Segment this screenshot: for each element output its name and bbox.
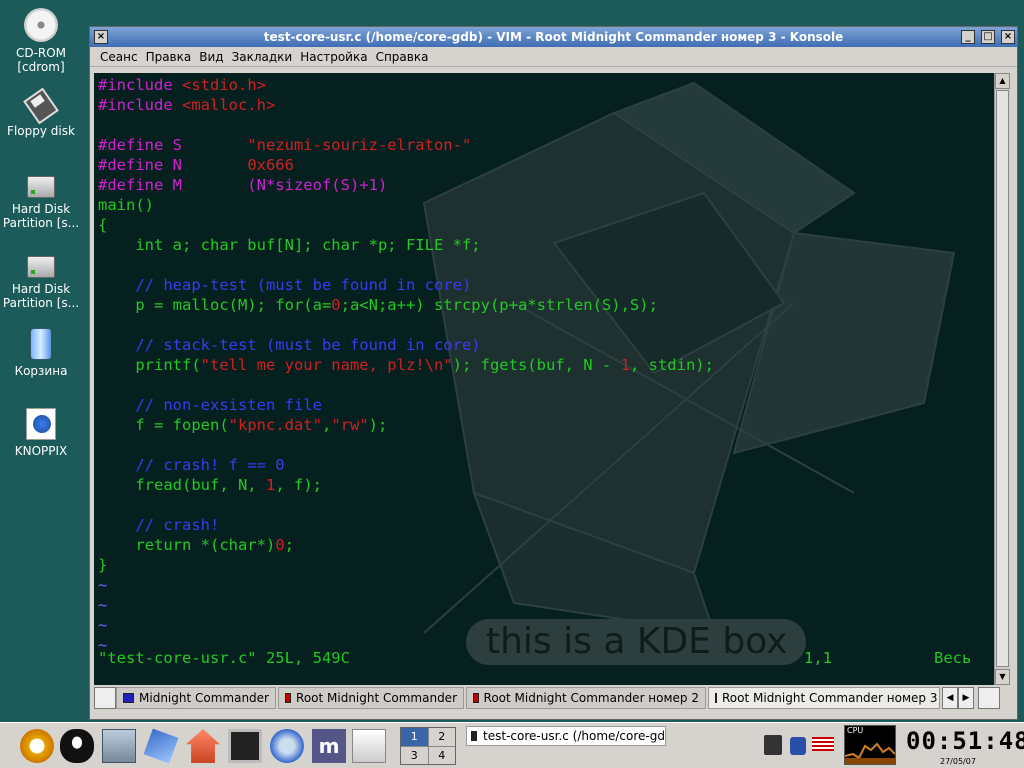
menu-view[interactable]: Вид xyxy=(195,50,227,64)
tab-label: Midnight Commander xyxy=(139,691,269,705)
maximize-button[interactable]: □ xyxy=(981,30,995,44)
session-tabbar: Midnight Commander Root Midnight Command… xyxy=(94,687,1012,711)
home-folder-icon[interactable] xyxy=(186,729,220,763)
openoffice-icon[interactable] xyxy=(352,729,386,763)
tab-root-midnight-commander-2[interactable]: Root Midnight Commander номер 2 xyxy=(466,687,706,709)
desktop-icon-knoppix[interactable]: KNOPPIX xyxy=(2,408,80,458)
terminal-session-icon xyxy=(123,693,135,703)
desktop-icon-label: Корзина xyxy=(14,364,68,378)
desktop-pager: 1 2 3 4 xyxy=(400,727,456,765)
desktop-icon-label: Hard Disk Partition [s... xyxy=(2,282,80,310)
desktop-icon-label: Hard Disk Partition [s... xyxy=(2,202,80,230)
vertical-scrollbar[interactable]: ▲ ▼ xyxy=(994,73,1010,685)
root-session-icon xyxy=(473,693,479,703)
show-desktop-icon[interactable] xyxy=(102,729,136,763)
status-scroll-position: Весь xyxy=(934,649,972,667)
tab-root-midnight-commander[interactable]: Root Midnight Commander xyxy=(278,687,464,709)
knoppix-icon xyxy=(26,408,56,440)
minimize-button[interactable]: _ xyxy=(961,30,975,44)
keyboard-layout-flag-icon[interactable] xyxy=(812,737,834,751)
menu-settings[interactable]: Настройка xyxy=(296,50,371,64)
klipper-icon[interactable] xyxy=(790,737,806,755)
desktop-icon-hdd-1[interactable]: Hard Disk Partition [s... xyxy=(2,168,80,230)
window-titlebar[interactable]: × test-core-usr.c (/home/core-gdb) - VIM… xyxy=(90,27,1017,47)
floppy-disk-icon xyxy=(23,87,59,125)
vim-status-line: "test-core-usr.c" 25L, 549C 1,1 Весь xyxy=(98,649,988,667)
konqueror-icon[interactable] xyxy=(270,729,304,763)
terminal-icon[interactable] xyxy=(228,729,262,763)
menu-bookmarks[interactable]: Закладки xyxy=(228,50,297,64)
cdrom-icon xyxy=(24,8,58,42)
volume-icon[interactable] xyxy=(764,735,782,755)
window-menu-button[interactable]: × xyxy=(94,30,108,44)
trash-icon xyxy=(30,328,52,360)
pager-desktop-1[interactable]: 1 xyxy=(401,728,428,746)
hard-disk-icon xyxy=(27,176,55,198)
desktop-icon-label: KNOPPIX xyxy=(14,444,68,458)
cpu-monitor: CPU xyxy=(844,725,896,765)
close-session-button[interactable] xyxy=(978,687,1000,709)
terminal-area[interactable]: this is a KDE box #include <stdio.h> #in… xyxy=(94,73,994,685)
scroll-up-arrow[interactable]: ▲ xyxy=(995,73,1010,89)
desktop-icon-floppy[interactable]: Floppy disk xyxy=(2,87,80,138)
mc-icon[interactable]: m xyxy=(312,729,346,763)
cpu-graph xyxy=(845,742,895,764)
tab-label: Root Midnight Commander номер 3 xyxy=(722,691,938,705)
scroll-thumb[interactable] xyxy=(996,90,1009,667)
vim-buffer: #include <stdio.h> #include <malloc.h> #… xyxy=(98,76,714,654)
tab-label: Root Midnight Commander номер 2 xyxy=(483,691,699,705)
window-title: test-core-usr.c (/home/core-gdb) - VIM -… xyxy=(263,30,844,44)
cpu-label: CPU xyxy=(847,726,864,735)
taskbar-window-button[interactable]: test-core-usr.c (/home/core-gd xyxy=(466,726,666,746)
desktop-icon-hdd-2[interactable]: Hard Disk Partition [s... xyxy=(2,248,80,310)
konsole-task-icon xyxy=(471,731,478,741)
tux-icon[interactable] xyxy=(60,729,94,763)
clock-time[interactable]: 00:51:48 xyxy=(906,727,1024,755)
hard-disk-icon xyxy=(27,256,55,278)
close-button[interactable]: × xyxy=(1001,30,1015,44)
clock-date: 27/05/07 xyxy=(940,757,976,766)
tab-scroll-left[interactable]: ◀ xyxy=(942,687,958,709)
kde-menu-icon[interactable] xyxy=(20,729,54,763)
new-session-button[interactable] xyxy=(94,687,116,709)
knoppix-launcher-icon[interactable] xyxy=(143,728,179,764)
tab-label: Root Midnight Commander xyxy=(296,691,457,705)
desktop-icon-label: Floppy disk xyxy=(7,124,75,138)
menubar: Сеанс Правка Вид Закладки Настройка Спра… xyxy=(90,47,1017,67)
root-session-icon xyxy=(715,693,717,703)
menu-edit[interactable]: Правка xyxy=(142,50,196,64)
desktop-icon-label: CD-ROM [cdrom] xyxy=(15,46,67,74)
status-cursor-position: 1,1 xyxy=(804,649,832,667)
pager-desktop-2[interactable]: 2 xyxy=(428,728,455,746)
scroll-down-arrow[interactable]: ▼ xyxy=(995,669,1010,685)
status-file-info: "test-core-usr.c" 25L, 549C xyxy=(98,649,350,667)
menu-session[interactable]: Сеанс xyxy=(96,50,142,64)
menu-help[interactable]: Справка xyxy=(372,50,433,64)
tab-midnight-commander[interactable]: Midnight Commander xyxy=(116,687,276,709)
desktop-icon-trash[interactable]: Корзина xyxy=(2,328,80,378)
kde-panel: m 1 2 3 4 test-core-usr.c (/home/core-gd… xyxy=(0,722,1024,768)
konsole-window: × test-core-usr.c (/home/core-gdb) - VIM… xyxy=(89,26,1018,720)
root-session-icon xyxy=(285,693,292,703)
desktop-icon-cdrom[interactable]: CD-ROM [cdrom] xyxy=(2,8,80,74)
pager-desktop-3[interactable]: 3 xyxy=(401,746,428,764)
tab-scroll-right[interactable]: ▶ xyxy=(958,687,974,709)
tab-root-midnight-commander-3[interactable]: Root Midnight Commander номер 3 xyxy=(708,687,940,709)
pager-desktop-4[interactable]: 4 xyxy=(428,746,455,764)
taskbar-window-label: test-core-usr.c (/home/core-gd xyxy=(483,729,665,743)
